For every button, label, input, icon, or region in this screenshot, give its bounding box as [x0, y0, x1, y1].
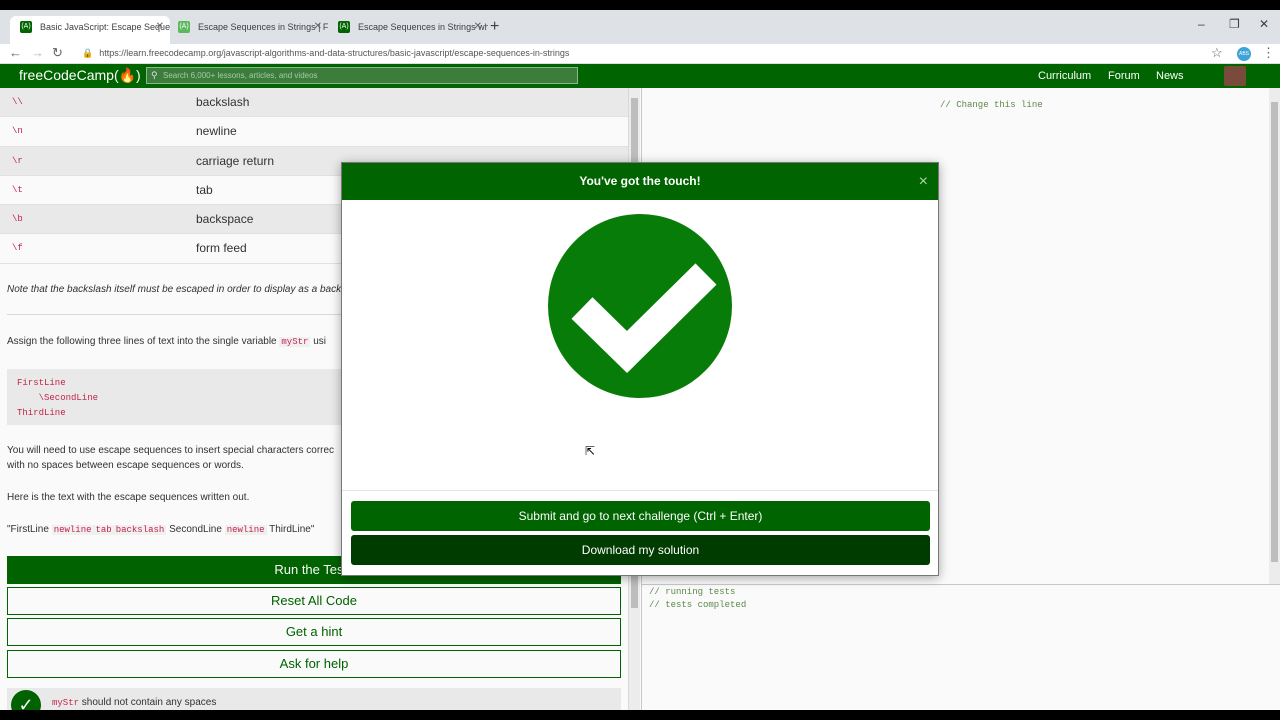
address-bar: ← → ↻ 🔒 https://learn.freecodecamp.org/ja… [0, 44, 1280, 64]
modal-body [342, 200, 938, 490]
avatar[interactable] [1224, 66, 1246, 86]
reload-icon[interactable]: ↻ [52, 45, 63, 61]
url-field[interactable]: 🔒 https://learn.freecodecamp.org/javascri… [82, 44, 569, 62]
site-logo[interactable]: freeCodeCamp(🔥) [19, 67, 141, 84]
new-tab-icon[interactable]: + [490, 18, 499, 36]
tab-title: Basic JavaScript: Escape Sequences in St… [40, 22, 170, 32]
browser-tab[interactable]: (A) Escape Sequences in Strings what ✕ [328, 16, 488, 44]
browser-menu-icon[interactable]: ⋮ [1262, 45, 1275, 61]
close-tab-icon[interactable]: ✕ [314, 16, 322, 38]
close-icon[interactable]: × [919, 163, 928, 200]
fcc-favicon-icon: (A) [20, 21, 32, 33]
bookmark-star-icon[interactable]: ☆ [1211, 45, 1223, 61]
search-placeholder: Search 6,000+ lessons, articles, and vid… [163, 71, 318, 80]
minimize-icon[interactable]: – [1198, 17, 1205, 31]
fcc-favicon-icon: (A) [338, 21, 350, 33]
submit-next-button[interactable]: Submit and go to next challenge (Ctrl + … [351, 501, 930, 531]
mouse-cursor-icon: ⇱ [585, 444, 596, 458]
tab-title: Escape Sequences in Strings what [358, 22, 488, 32]
close-tab-icon[interactable]: ✕ [474, 16, 482, 38]
extension-icon[interactable]: ABS [1237, 47, 1251, 61]
nav-curriculum[interactable]: Curriculum [1038, 70, 1091, 82]
forward-icon[interactable]: → [31, 45, 44, 60]
fcc-favicon-icon: (A) [178, 21, 190, 33]
tab-strip: (A) Basic JavaScript: Escape Sequences i… [0, 10, 1280, 44]
back-icon[interactable]: ← [9, 45, 22, 60]
modal-header: You've got the touch! × [342, 163, 938, 200]
screen: (A) Basic JavaScript: Escape Sequences i… [0, 10, 1280, 710]
browser-tab[interactable]: (A) Escape Sequences in Strings | Free ✕ [168, 16, 328, 44]
success-check-icon [548, 214, 732, 398]
site-navbar: freeCodeCamp(🔥) ⚲ Search 6,000+ lessons,… [0, 64, 1280, 88]
success-modal: You've got the touch! × Submit and go to… [341, 162, 939, 576]
url-text: https://learn.freecodecamp.org/javascrip… [99, 48, 570, 58]
modal-title: You've got the touch! [579, 174, 701, 188]
search-icon: ⚲ [151, 70, 158, 80]
tab-title: Escape Sequences in Strings | Free [198, 22, 328, 32]
browser-tab-active[interactable]: (A) Basic JavaScript: Escape Sequences i… [10, 16, 170, 44]
download-solution-button[interactable]: Download my solution [351, 535, 930, 565]
nav-forum[interactable]: Forum [1108, 70, 1140, 82]
site-search-input[interactable]: ⚲ Search 6,000+ lessons, articles, and v… [146, 67, 578, 84]
modal-overlay: You've got the touch! × Submit and go to… [0, 88, 1280, 710]
lock-icon: 🔒 [82, 48, 94, 58]
modal-divider [342, 490, 938, 491]
close-tab-icon[interactable]: ✕ [156, 16, 164, 38]
restore-icon[interactable]: ❐ [1229, 17, 1240, 31]
nav-news[interactable]: News [1156, 70, 1184, 82]
close-window-icon[interactable]: ✕ [1259, 17, 1269, 31]
